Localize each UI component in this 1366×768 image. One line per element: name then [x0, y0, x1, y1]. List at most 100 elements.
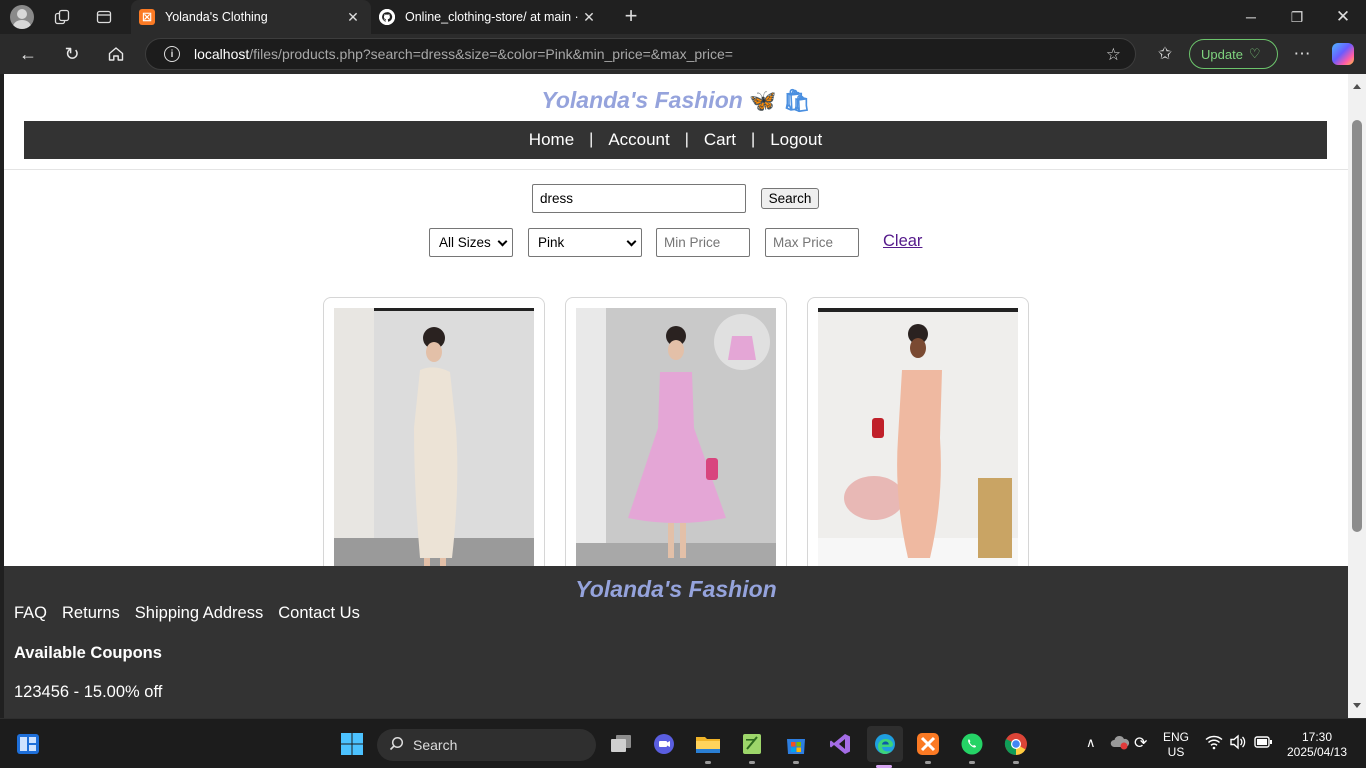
clock-time: 17:30 — [1301, 730, 1333, 744]
notepad-app-icon[interactable] — [739, 731, 765, 757]
volume-icon[interactable] — [1229, 734, 1247, 753]
heartbeat-icon: ♡ — [1248, 46, 1261, 61]
taskbar-search-label: Search — [413, 737, 458, 753]
footer-link-faq[interactable]: FAQ — [14, 604, 47, 623]
max-price-input[interactable]: Max Price — [765, 228, 859, 257]
windows-taskbar: Search ∧ ⟳ ENG US 17:30 2025/04/13 — [0, 718, 1366, 768]
nav-account[interactable]: Account — [608, 130, 669, 150]
favorites-icon[interactable]: ✩ — [1152, 42, 1178, 66]
language-code: ENG — [1163, 730, 1190, 744]
scrollbar-thumb[interactable] — [1352, 120, 1362, 532]
search-button[interactable]: Search — [761, 188, 819, 209]
edge-browser-icon[interactable] — [867, 726, 903, 762]
clear-filters-link[interactable]: Clear — [883, 232, 922, 251]
header-divider — [4, 169, 1348, 170]
browser-tab-strip: ☒ Yolanda's Clothing ✕ Online_clothing-s… — [0, 0, 1366, 34]
close-tab-icon[interactable]: ✕ — [343, 9, 363, 26]
taskbar-search[interactable]: Search — [377, 729, 596, 761]
site-footer: Yolanda's Fashion FAQ Returns Shipping A… — [4, 566, 1348, 718]
nav-logout[interactable]: Logout — [770, 130, 822, 150]
product-card[interactable] — [807, 297, 1029, 597]
scroll-up-arrow-icon[interactable] — [1353, 84, 1361, 89]
browser-toolbar: ← ↻ i localhost/files/products.php?searc… — [0, 34, 1366, 74]
restore-icon[interactable]: ❐ — [1274, 0, 1320, 34]
sync-icon[interactable]: ⟳ — [1134, 733, 1147, 753]
min-price-input[interactable]: Min Price — [656, 228, 750, 257]
page-scrollbar[interactable] — [1348, 74, 1366, 718]
nav-cart[interactable]: Cart — [704, 130, 736, 150]
profile-avatar-icon[interactable] — [10, 5, 34, 29]
footer-link-contact-us[interactable]: Contact Us — [278, 604, 360, 623]
more-menu-icon[interactable]: ⋯ — [1289, 42, 1315, 66]
product-image[interactable] — [334, 308, 534, 588]
size-select-value: All Sizes — [439, 235, 491, 250]
coupon-item: 123456 - 15.00% off — [14, 683, 163, 701]
wifi-icon[interactable] — [1205, 734, 1223, 753]
running-indicator — [793, 761, 799, 764]
chevron-down-icon — [626, 236, 637, 247]
update-label: Update — [1201, 46, 1243, 62]
update-button[interactable]: Update ♡ — [1189, 39, 1278, 69]
refresh-icon[interactable]: ↻ — [59, 42, 85, 66]
color-select[interactable]: Pink — [528, 228, 642, 257]
nav-separator: | — [751, 131, 756, 148]
product-card[interactable] — [323, 297, 545, 597]
product-image[interactable] — [576, 308, 776, 588]
close-tab-icon[interactable]: ✕ — [579, 9, 599, 26]
onedrive-icon[interactable] — [1110, 734, 1130, 753]
close-window-icon[interactable]: ✕ — [1320, 0, 1366, 34]
address-bar[interactable]: i localhost/files/products.php?search=dr… — [145, 38, 1136, 70]
workspaces-icon[interactable] — [50, 6, 74, 28]
search-input[interactable]: dress — [532, 184, 746, 213]
running-indicator — [749, 761, 755, 764]
scroll-down-arrow-icon[interactable] — [1353, 703, 1361, 708]
tab-github-repo[interactable]: Online_clothing-store/ at main · Y ✕ — [371, 0, 607, 34]
new-tab-icon[interactable]: + — [618, 4, 644, 30]
search-icon — [389, 736, 404, 754]
site-header-brand: Yolanda's Fashion 🦋 🛍 — [4, 87, 1348, 114]
nav-separator: | — [589, 131, 594, 148]
github-favicon-icon — [379, 9, 395, 25]
color-select-value: Pink — [538, 235, 565, 250]
nav-separator: | — [684, 131, 689, 148]
battery-icon[interactable] — [1253, 734, 1273, 753]
footer-brand: Yolanda's Fashion — [575, 576, 777, 602]
clock[interactable]: 17:30 2025/04/13 — [1282, 730, 1352, 760]
favorite-star-icon[interactable]: ☆ — [1106, 45, 1121, 65]
chrome-icon[interactable] — [1003, 731, 1029, 757]
clock-date: 2025/04/13 — [1286, 745, 1348, 759]
widgets-icon[interactable] — [15, 731, 41, 757]
meet-chat-icon[interactable] — [651, 731, 677, 757]
size-select[interactable]: All Sizes — [429, 228, 513, 257]
tab-yolandas-clothing[interactable]: ☒ Yolanda's Clothing ✕ — [131, 0, 371, 34]
home-icon[interactable] — [103, 42, 129, 66]
xampp-icon[interactable] — [915, 731, 941, 757]
footer-link-shipping-address[interactable]: Shipping Address — [135, 604, 263, 623]
visual-studio-icon[interactable] — [827, 731, 853, 757]
microsoft-store-icon[interactable] — [783, 731, 809, 757]
running-indicator — [705, 761, 711, 764]
product-card[interactable] — [565, 297, 787, 597]
butterfly-bag-icon: 🦋 🛍 — [749, 88, 811, 113]
nav-home[interactable]: Home — [529, 130, 574, 150]
show-hidden-icons-chevron-icon[interactable]: ∧ — [1086, 735, 1096, 751]
product-image[interactable] — [818, 308, 1018, 588]
running-indicator — [969, 761, 975, 764]
coupons-heading: Available Coupons — [14, 644, 162, 662]
brand-title: Yolanda's Fashion — [541, 87, 743, 113]
copilot-icon[interactable] — [1332, 43, 1354, 65]
tab-title: Online_clothing-store/ at main · Y — [405, 10, 579, 24]
tab-title: Yolanda's Clothing — [165, 10, 268, 24]
vertical-tabs-icon[interactable] — [92, 6, 116, 28]
language-indicator[interactable]: ENG US — [1163, 730, 1189, 760]
minimize-icon[interactable]: ─ — [1228, 0, 1274, 34]
site-info-icon[interactable]: i — [164, 46, 180, 62]
file-explorer-icon[interactable] — [695, 731, 721, 757]
footer-link-returns[interactable]: Returns — [62, 604, 120, 623]
whatsapp-icon[interactable] — [959, 731, 985, 757]
task-view-icon[interactable] — [608, 731, 634, 757]
windows-start-icon[interactable] — [339, 731, 365, 757]
running-indicator — [1013, 761, 1019, 764]
footer-links: FAQ Returns Shipping Address Contact Us — [14, 604, 360, 623]
back-arrow-icon[interactable]: ← — [15, 42, 41, 66]
